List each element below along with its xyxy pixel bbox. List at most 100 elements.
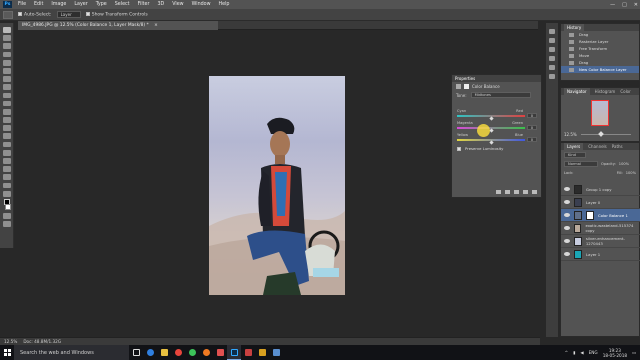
eye-icon[interactable] [564,252,570,256]
eye-icon[interactable] [564,226,570,230]
eye-icon[interactable] [564,213,570,217]
cyan-red-value[interactable]: 0 [527,113,537,118]
clone-stamp-tool-icon[interactable] [2,92,11,99]
background-color-swatch[interactable] [5,204,11,211]
menu-view[interactable]: View [168,2,187,7]
show-transform-checkbox[interactable] [85,11,90,16]
maximize-button[interactable]: □ [622,2,627,8]
path-select-tool-icon[interactable] [2,158,11,164]
layer-row[interactable]: exotic-wasteland-515374 copy [561,222,640,235]
navigator-zoom-knob[interactable] [598,131,604,137]
history-item[interactable]: Free Transform [561,45,639,52]
type-tool-icon[interactable] [2,149,11,156]
history-panel-icon[interactable] [549,29,555,34]
tab-channels[interactable]: Channels [588,144,607,149]
history-item[interactable]: Rasterize Layer [561,38,639,45]
history-item-selected[interactable]: New Color Balance Layer [561,66,639,73]
eyedropper-tool-icon[interactable] [2,67,11,74]
properties-panel-icon[interactable] [549,38,555,43]
quick-select-tool-icon[interactable] [2,51,11,58]
blur-tool-icon[interactable] [2,125,11,132]
view-previous-icon[interactable] [505,190,510,194]
history-item[interactable]: Drag [561,59,639,66]
menu-3d[interactable]: 3D [153,2,168,7]
edge-browser-icon[interactable] [143,345,157,360]
fill-value[interactable]: 100% [626,171,636,175]
media-player-icon[interactable] [213,345,227,360]
whatsapp-icon[interactable] [185,345,199,360]
magenta-green-value[interactable]: 0 [527,125,537,130]
reset-icon[interactable] [514,190,519,194]
blend-mode-dropdown[interactable]: Normal [564,160,598,167]
notifications-icon[interactable]: ▭ [632,350,636,355]
layer-row[interactable]: Layer 1 [561,248,640,261]
yellow-blue-value[interactable]: 0 [527,137,537,142]
eye-icon[interactable] [564,239,570,243]
eye-icon[interactable] [564,187,570,191]
menu-help[interactable]: Help [215,2,234,7]
menu-filter[interactable]: Filter [134,2,154,7]
preserve-luminosity[interactable]: Preserve Luminosity [457,146,503,151]
info-panel-icon[interactable] [549,47,555,52]
yellow-blue-slider-knob[interactable] [489,140,494,145]
tab-histogram[interactable]: Histogram [595,89,616,94]
history-item[interactable]: Drag [561,31,639,38]
quick-mask-icon[interactable] [2,212,11,219]
marquee-tool-icon[interactable] [2,35,11,41]
brush-panel-icon[interactable] [549,74,555,79]
history-item[interactable]: Move [561,52,639,59]
brush-tool-icon[interactable] [2,84,11,91]
navigator-zoom-slider[interactable] [581,134,631,135]
move-tool-icon[interactable] [2,27,11,33]
tone-dropdown[interactable]: Midtones [470,92,531,98]
network-icon[interactable]: ▮ [573,350,575,355]
firefox-icon[interactable] [199,345,213,360]
zoom-tool-icon[interactable] [2,182,11,189]
clock[interactable]: 19:23 18-05-2018 [603,348,627,358]
minimize-button[interactable]: — [610,2,615,8]
photoshop-taskbar-icon[interactable] [227,345,241,360]
visibility-icon[interactable] [523,190,528,194]
dodge-tool-icon[interactable] [2,133,11,140]
tab-color[interactable]: Color [620,89,630,94]
show-transform-option[interactable]: Show Transform Controls [85,11,148,17]
navigator-thumbnail[interactable] [591,100,609,126]
layer-mask-icon[interactable] [464,84,469,89]
menu-type[interactable]: Type [92,2,111,7]
chrome-icon[interactable] [171,345,185,360]
hand-tool-icon[interactable] [2,174,11,181]
menu-edit[interactable]: Edit [30,2,47,7]
history-brush-tool-icon[interactable] [2,100,11,107]
character-panel-icon[interactable] [549,56,555,61]
tab-layers[interactable]: Layers [564,143,584,150]
app-icon[interactable] [241,345,255,360]
layer-row[interactable]: silver-enhancement-1270443 [561,235,640,248]
task-view-icon[interactable] [129,345,143,360]
layer-mask-thumbnail[interactable] [586,210,594,220]
auto-select-option[interactable]: Auto-Select: [18,11,52,17]
app-icon[interactable] [255,345,269,360]
zoom-level[interactable]: 12.5% [4,339,17,344]
start-button[interactable] [0,345,14,360]
tab-history[interactable]: History [564,24,585,31]
menu-image[interactable]: Image [47,2,70,7]
paragraph-panel-icon[interactable] [549,65,555,70]
tab-paths[interactable]: Paths [612,144,623,149]
opacity-value[interactable]: 100% [619,162,629,166]
language-indicator[interactable]: ENG [589,350,598,355]
menu-window[interactable]: Window [188,2,215,7]
taskbar-search[interactable]: Search the web and Windows [14,345,129,360]
delete-icon[interactable] [532,190,537,194]
menu-select[interactable]: Select [111,2,134,7]
document-tab[interactable]: IMG_4986.JPG @ 12.5% (Color Balance 1, L… [18,21,218,30]
gradient-tool-icon[interactable] [2,117,11,123]
menu-layer[interactable]: Layer [70,2,91,7]
magenta-green-slider-knob[interactable] [489,128,494,133]
eye-icon[interactable] [564,200,570,204]
cyan-red-slider-knob[interactable] [489,116,494,121]
layer-row[interactable]: Group 1 copy [561,183,640,196]
move-tool-preset-icon[interactable] [3,10,13,19]
clip-to-layer-icon[interactable] [496,190,501,194]
file-explorer-icon[interactable] [157,345,171,360]
auto-select-checkbox[interactable] [18,11,22,16]
